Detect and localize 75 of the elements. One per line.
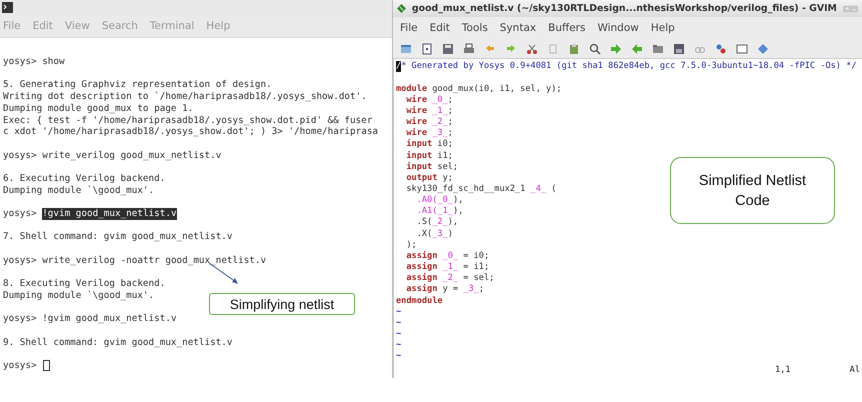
menu-item[interactable]: Window xyxy=(597,22,639,34)
prompt: yosys> xyxy=(3,254,37,267)
code-line: ~ xyxy=(396,351,402,362)
code-line: input i1; xyxy=(405,150,453,162)
code-line: ~ xyxy=(396,306,402,318)
command-text: !gvim good_mux_netlist.v xyxy=(42,208,177,220)
paste-icon[interactable] xyxy=(568,42,580,55)
code-line: ~ xyxy=(396,318,402,329)
menu-item[interactable]: Tools xyxy=(462,22,488,34)
prompt: yosys> xyxy=(3,313,37,326)
menu-item[interactable]: Buffers xyxy=(548,22,586,34)
code-line: input sel; xyxy=(405,162,458,173)
output-line: 5. Generating Graphviz representation of design. xyxy=(3,79,272,92)
scissors-icon[interactable] xyxy=(526,42,538,55)
scroll-position: Al xyxy=(850,365,860,376)
code-line: sky130_fd_sc_hd__mux2_1 _4_ ( xyxy=(405,184,556,196)
output-line: Dumping module `\good_mux'. xyxy=(3,290,154,302)
printer-icon[interactable] xyxy=(463,42,475,55)
code-line: wire _1_; xyxy=(405,106,453,117)
code-line: wire _3_; xyxy=(405,128,453,139)
command-text: write_verilog -noattr good_mux_netlist.v xyxy=(42,254,266,267)
output-line: 8. Executing Verilog backend. xyxy=(3,278,166,290)
code-line: assign _0_ = i0; xyxy=(405,250,490,262)
output-line: Exec: { test -f '/home/hariprasadb18/.yosys_show.dot.pid' && fuser xyxy=(3,114,372,126)
menu-item[interactable]: Help xyxy=(650,22,675,34)
code-line: output y; xyxy=(405,172,453,184)
code-line: assign _2_ = sel; xyxy=(405,273,494,284)
help-icon[interactable] xyxy=(757,42,769,55)
prompt: yosys> xyxy=(3,360,37,372)
callout-label: Simplified Netlist Code xyxy=(670,157,835,224)
code-comment: /* Generated by Yosys 0.9+4081 (git sha1 862e84eb, gcc 7.5.0-3ubuntu1~18.04 -fPIC -Os) */ xyxy=(396,61,856,72)
cursor-position: 1,1 xyxy=(775,365,791,376)
code-line: .A1(_1_), xyxy=(416,206,464,218)
code-line: input i0; xyxy=(405,139,453,150)
command-text: write_verilog good_mux_netlist.v xyxy=(42,150,222,162)
output-line: 6. Executing Verilog backend. xyxy=(3,172,166,185)
callout-label: Simplifying netlist xyxy=(209,293,355,315)
output-line: Dumping module `\good_mux'. xyxy=(3,184,154,196)
search-icon[interactable] xyxy=(589,42,601,55)
output-line: c xdot '/home/hariprasadb18/.yosys_show.dot'; ) 3> '/home/hariprasa xyxy=(3,126,378,138)
menu-item[interactable]: File xyxy=(400,22,418,34)
code-line: wire _0_; xyxy=(405,94,453,106)
terminal-icon xyxy=(2,2,13,13)
output-line: Writing dot description to `/home/hariprasadb18/.yosys_show.dot'. xyxy=(3,91,367,103)
code-line: .X(_3_) xyxy=(416,228,453,240)
folder-icon[interactable] xyxy=(652,42,664,55)
tools-icon[interactable] xyxy=(715,42,727,55)
output-line: Dumping module good_mux to page 1. xyxy=(3,102,194,114)
code-line: module good_mux(i0, i1, sel, y); xyxy=(396,84,562,95)
code-line: ~ xyxy=(396,329,402,340)
output-line: 9. Shell command: gvim good_mux_netlist.v xyxy=(3,336,232,348)
panel-icon[interactable] xyxy=(736,42,748,55)
prompt: yosys> xyxy=(3,56,37,68)
code-line: assign _1_ = i1; xyxy=(405,262,490,273)
output-line: 7. Shell command: gvim good_mux_netlist.v xyxy=(3,231,232,244)
left-arrow-icon[interactable] xyxy=(631,42,643,55)
document-icon[interactable] xyxy=(421,42,433,55)
code-line: .A0(_0_), xyxy=(416,195,464,206)
code-line: endmodule xyxy=(396,296,443,307)
code-line: assign y = _3_; xyxy=(405,284,484,296)
code-line: .S(_2_), xyxy=(416,217,458,229)
code-line: wire _2_; xyxy=(405,117,453,128)
window-icon[interactable] xyxy=(400,42,412,55)
code-line: ~ xyxy=(396,340,402,352)
menu-item[interactable]: Edit xyxy=(430,22,450,34)
right-arrow-icon[interactable] xyxy=(610,42,622,55)
code-line: ); xyxy=(405,240,417,251)
menu-item[interactable]: Syntax xyxy=(500,22,536,34)
command-text: show xyxy=(42,56,65,68)
save-icon[interactable] xyxy=(442,42,454,55)
window-title: good_mux_netlist.v (~/sky130RTLDesign...nthesisWorkshop/verilog_files) - GVIM xyxy=(412,3,837,14)
vim-logo-icon xyxy=(397,2,406,16)
command-text: !gvim good_mux_netlist.v xyxy=(42,313,177,326)
prompt: yosys> xyxy=(3,208,37,220)
prompt: yosys> xyxy=(3,150,37,162)
